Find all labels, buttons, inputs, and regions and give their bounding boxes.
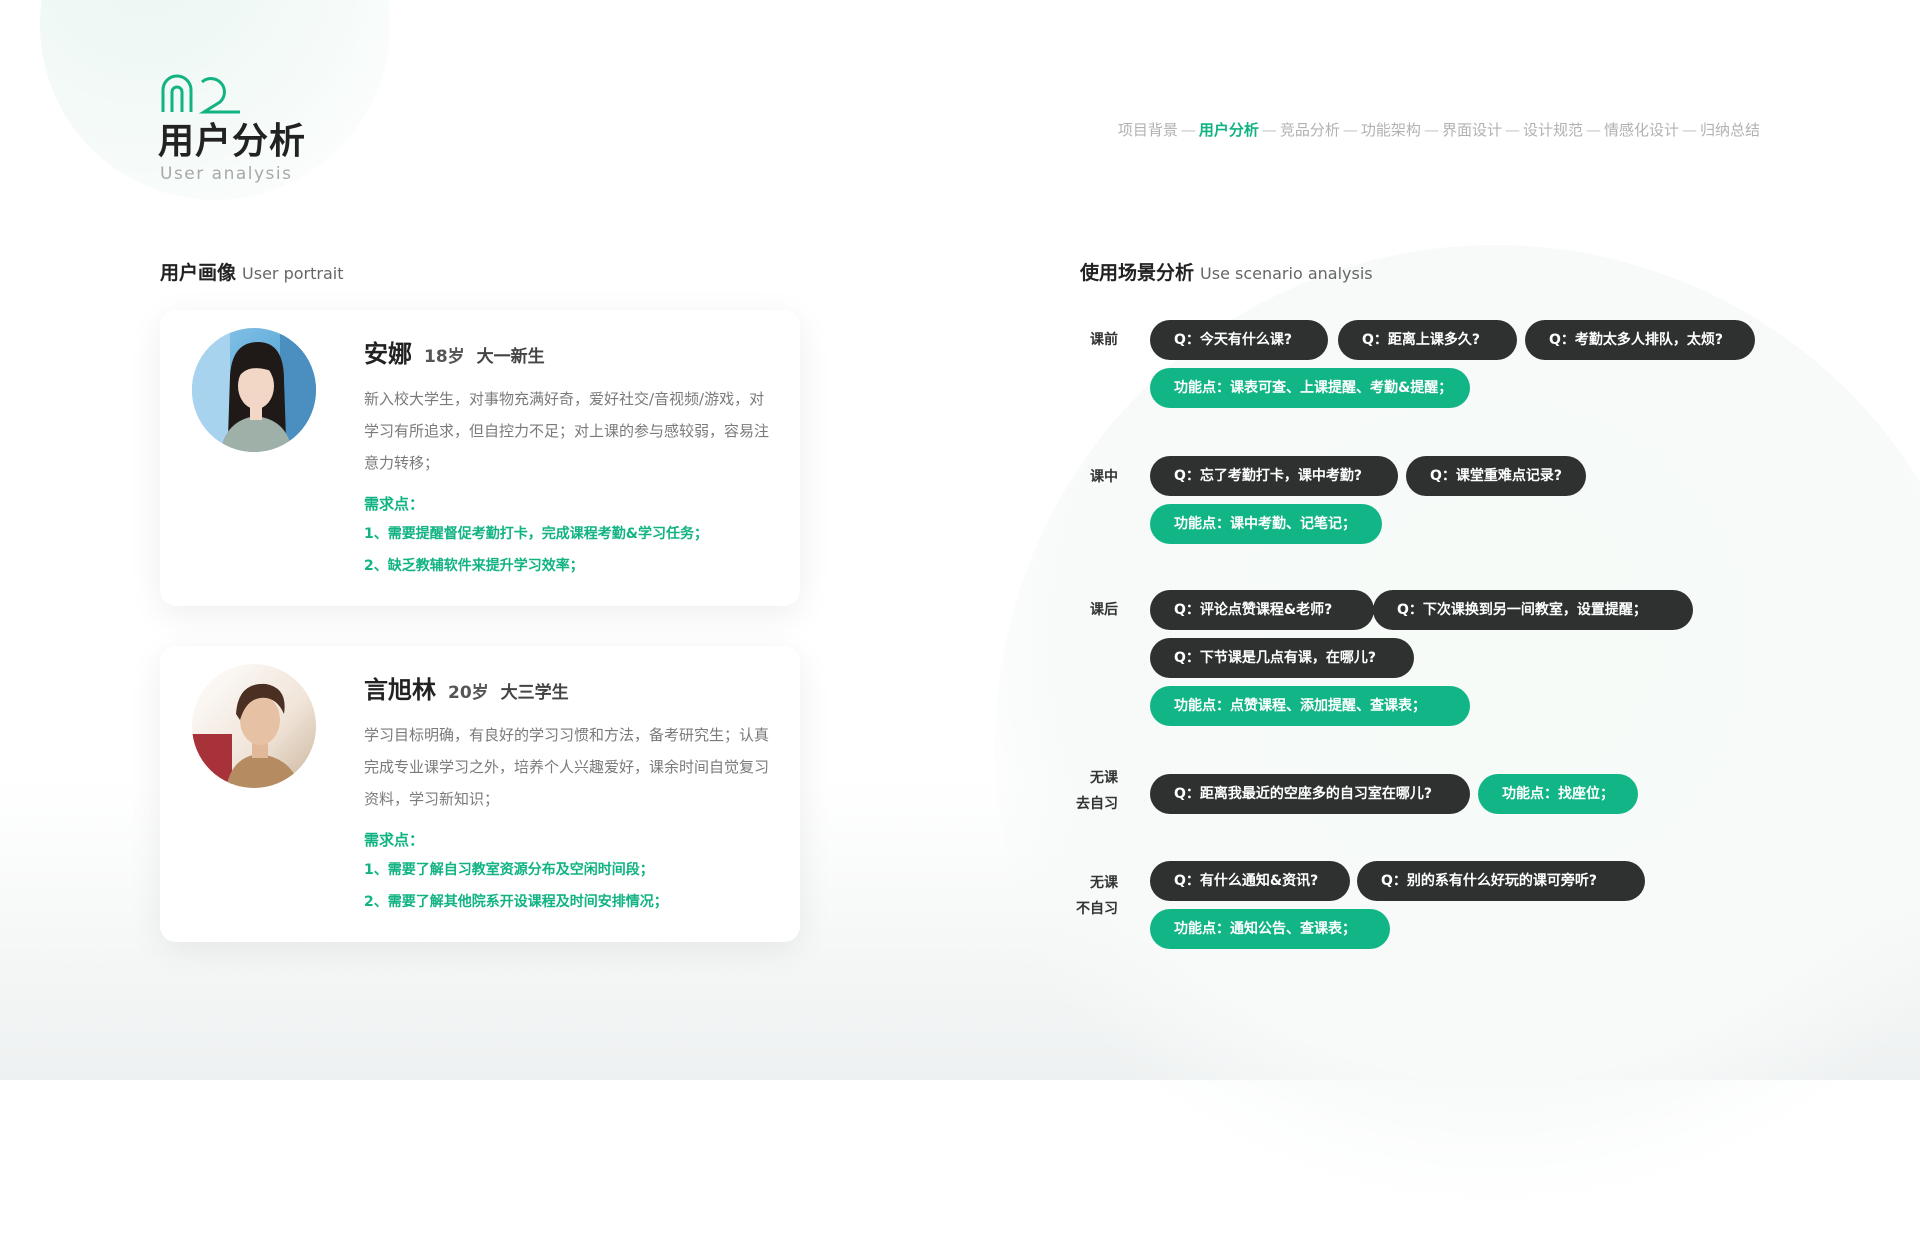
user-grade: 大一新生 (476, 347, 545, 367)
need-item: 1、需要了解自习教室资源分布及空闲时间段； (364, 862, 654, 878)
feature-pill: 功能点：课表可查、上课提醒、考勤&提醒； (1150, 368, 1470, 408)
user-info: 言旭林 20岁 大三学生 学习目标明确，有良好的学习习惯和方法，备考研究生；认真完成… (364, 670, 774, 918)
user-portrait-title-en: User portrait (242, 264, 344, 283)
needs-title: 需求点： (364, 495, 425, 513)
nav-separator: — (1681, 121, 1697, 139)
feature-pill: 功能点：点赞课程、添加提醒、查课表； (1150, 686, 1470, 726)
user-info: 安娜 18岁 大一新生 新入校大学生，对事物充满好奇，爱好社交/音视频/游戏，对学习… (364, 334, 774, 582)
scene-label-line: 去自习 (1076, 796, 1118, 812)
user-card-yan-xulin: 言旭林 20岁 大三学生 学习目标明确，有良好的学习习惯和方法，备考研究生；认真完成… (160, 646, 800, 942)
nav-separator: — (1423, 121, 1439, 139)
scenario-title: 使用场景分析 (1080, 262, 1195, 284)
nav-item-design-spec[interactable]: 设计规范 (1523, 121, 1583, 139)
need-item: 2、需要了解其他院系开设课程及时间安排情况； (364, 894, 668, 910)
scene-label-after-class: 课后 (1058, 597, 1118, 623)
user-portrait-heading: 用户画像 User portrait (160, 258, 343, 285)
scenario-heading: 使用场景分析 Use scenario analysis (1080, 258, 1373, 285)
nav-item-summary[interactable]: 归纳总结 (1700, 121, 1760, 139)
user-name: 安娜 (364, 340, 412, 368)
needs-list: 1、需要了解自习教室资源分布及空闲时间段； 2、需要了解其他院系开设课程及时间安… (364, 854, 774, 918)
feature-pill: 功能点：找座位； (1478, 774, 1638, 814)
page-subtitle: User analysis (160, 164, 293, 184)
scene-label-line: 无课 (1090, 875, 1118, 891)
nav-separator: — (1261, 121, 1277, 139)
page-title: 用户分析 (158, 121, 307, 162)
nav-item-function-architecture[interactable]: 功能架构 (1361, 121, 1421, 139)
question-pill: Q：忘了考勤打卡，课中考勤? (1150, 456, 1398, 496)
question-pill: Q：别的系有什么好玩的课可旁听? (1357, 861, 1645, 901)
question-pill: Q：今天有什么课? (1150, 320, 1328, 360)
nav-separator: — (1504, 121, 1520, 139)
scene-label-line: 课后 (1090, 602, 1118, 618)
scene-label-no-class-study: 无课 去自习 (1058, 765, 1118, 817)
needs-list: 1、需要提醒督促考勤打卡，完成课程考勤&学习任务； 2、缺乏教辅软件来提升学习效… (364, 518, 774, 582)
scenario-title-en: Use scenario analysis (1200, 264, 1373, 283)
user-card-anna: 安娜 18岁 大一新生 新入校大学生，对事物充满好奇，爱好社交/音视频/游戏，对学习… (160, 310, 800, 606)
question-pill: Q：有什么通知&资讯? (1150, 861, 1350, 901)
question-pill: Q：评论点赞课程&老师? (1150, 590, 1374, 630)
feature-pill: 功能点：课中考勤、记笔记； (1150, 504, 1382, 544)
scene-label-before-class: 课前 (1058, 327, 1118, 353)
user-name: 言旭林 (364, 676, 436, 704)
need-item: 1、需要提醒督促考勤打卡，完成课程考勤&学习任务； (364, 526, 708, 542)
nav-item-background[interactable]: 项目背景 (1118, 121, 1178, 139)
nav-item-interface-design[interactable]: 界面设计 (1442, 121, 1502, 139)
nav-item-emotional-design[interactable]: 情感化设计 (1604, 121, 1679, 139)
user-age: 20岁 (448, 683, 489, 703)
user-age: 18岁 (424, 347, 465, 367)
question-pill: Q：课堂重难点记录? (1406, 456, 1586, 496)
question-pill: Q：距离我最近的空座多的自习室在哪儿? (1150, 774, 1470, 814)
feature-pill: 功能点：通知公告、查课表； (1150, 909, 1390, 949)
needs-title: 需求点： (364, 831, 425, 849)
nav-separator: — (1342, 121, 1358, 139)
need-item: 2、缺乏教辅软件来提升学习效率； (364, 558, 584, 574)
question-pill: Q：考勤太多人排队，太烦? (1525, 320, 1755, 360)
user-description: 新入校大学生，对事物充满好奇，爱好社交/音视频/游戏，对学习有所追求，但自控力不… (364, 390, 770, 472)
avatar (192, 664, 316, 788)
nav-item-user-analysis[interactable]: 用户分析 (1199, 121, 1259, 139)
top-navigation: 项目背景 — 用户分析 — 竞品分析 — 功能架构 — 界面设计 — 设计规范 — 情感化设计 — 归纳总结 (1118, 119, 1760, 140)
user-description: 学习目标明确，有良好的学习习惯和方法，备考研究生；认真完成专业课学习之外，培养个… (364, 726, 770, 808)
user-portrait-title: 用户画像 (160, 262, 237, 284)
question-pill: Q：下节课是几点有课，在哪儿? (1150, 638, 1414, 678)
scene-label-line: 课中 (1090, 469, 1118, 485)
user-heading: 安娜 18岁 大一新生 (364, 334, 774, 369)
question-pill: Q：下次课换到另一间教室，设置提醒； (1373, 590, 1693, 630)
nav-separator: — (1585, 121, 1601, 139)
user-heading: 言旭林 20岁 大三学生 (364, 670, 774, 705)
scene-label-line: 无课 (1090, 770, 1118, 786)
avatar (192, 328, 316, 452)
scene-label-line: 不自习 (1076, 901, 1118, 917)
scene-label-line: 课前 (1090, 332, 1118, 348)
question-pill: Q：距离上课多久? (1338, 320, 1517, 360)
user-grade: 大三学生 (500, 683, 569, 703)
scene-label-in-class: 课中 (1058, 464, 1118, 490)
nav-item-competitor-analysis[interactable]: 竞品分析 (1280, 121, 1340, 139)
scene-label-no-class-no-study: 无课 不自习 (1058, 870, 1118, 922)
nav-separator: — (1180, 121, 1196, 139)
